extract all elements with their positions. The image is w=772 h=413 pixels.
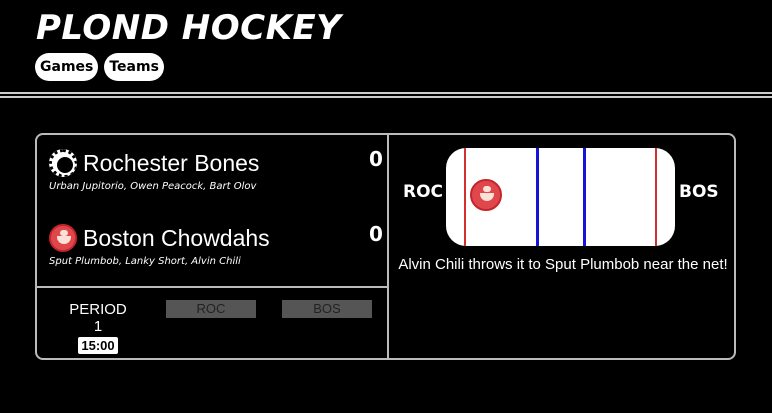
home-team: Rochester Bones Urban Jupitorio, Owen Pe… xyxy=(49,149,259,192)
panel-horizontal-divider xyxy=(37,286,387,288)
header-divider-bottom xyxy=(0,96,772,98)
game-clock: 15:00 xyxy=(78,337,118,354)
main-nav: Games Teams xyxy=(35,53,164,81)
rink-right-team-label: BOS xyxy=(679,182,719,202)
period-label: PERIOD 1 xyxy=(69,301,127,335)
away-team-name: Boston Chowdahs xyxy=(83,225,270,251)
away-team-players: Sput Plumbob, Lanky Short, Alvin Chili xyxy=(49,256,241,267)
hockey-rink xyxy=(446,148,675,246)
app-title: PLOND HOCKEY xyxy=(36,8,342,48)
left-blue-line xyxy=(536,148,539,246)
home-team-name: Rochester Bones xyxy=(83,150,260,176)
bones-logo-icon xyxy=(49,149,77,177)
panel-vertical-divider xyxy=(387,135,389,358)
rink-left-team-label: ROC xyxy=(403,182,444,202)
right-goal-line xyxy=(655,148,657,246)
away-team: Boston Chowdahs Sput Plumbob, Lanky Shor… xyxy=(49,224,270,267)
away-score: 0 xyxy=(369,222,383,246)
left-goal-line xyxy=(464,148,466,246)
play-by-play-message: Alvin Chili throws it to Sput Plumbob ne… xyxy=(398,256,728,273)
right-blue-line xyxy=(583,148,586,246)
home-score: 0 xyxy=(369,147,383,171)
game-panel: Rochester Bones Urban Jupitorio, Owen Pe… xyxy=(35,133,736,360)
teams-nav-button[interactable]: Teams xyxy=(104,53,164,81)
puck-carrier-marker xyxy=(470,179,502,211)
header-divider-top xyxy=(0,92,772,94)
chowder-logo-icon xyxy=(49,224,77,252)
games-nav-button[interactable]: Games xyxy=(35,53,99,81)
bos-button[interactable]: BOS xyxy=(282,300,372,318)
roc-button[interactable]: ROC xyxy=(166,300,256,318)
home-team-players: Urban Jupitorio, Owen Peacock, Bart Olov xyxy=(49,181,257,192)
chowder-puck-icon xyxy=(470,179,502,211)
rink-right-bracket: ] xyxy=(658,182,666,202)
period-display: PERIOD 1 15:00 xyxy=(63,301,133,354)
